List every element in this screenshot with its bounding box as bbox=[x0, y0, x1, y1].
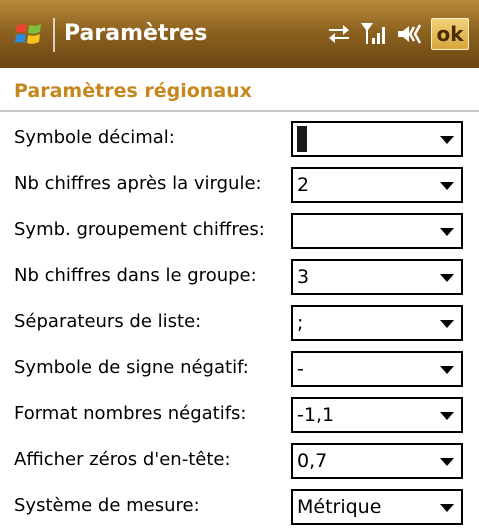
chevron-down-icon[interactable] bbox=[440, 136, 454, 144]
section-divider bbox=[0, 110, 479, 112]
chevron-down-icon[interactable] bbox=[440, 228, 454, 236]
setting-row-list-separator: Séparateurs de liste: ; bbox=[0, 301, 479, 347]
setting-row-digit-grouping-symbol: Symb. groupement chiffres: bbox=[0, 209, 479, 255]
windows-start-icon[interactable] bbox=[14, 20, 44, 48]
decimal-symbol-dropdown[interactable] bbox=[291, 121, 463, 157]
dropdown-value: 3 bbox=[297, 266, 310, 288]
connectivity-icon[interactable] bbox=[326, 20, 352, 50]
measurement-system-dropdown[interactable]: Métrique bbox=[291, 489, 463, 525]
setting-row-negative-number-format: Format nombres négatifs: -1,1 bbox=[0, 393, 479, 439]
chevron-down-icon[interactable] bbox=[440, 274, 454, 282]
volume-icon[interactable] bbox=[396, 20, 426, 52]
chevron-down-icon[interactable] bbox=[440, 320, 454, 328]
negative-number-format-dropdown[interactable]: -1,1 bbox=[291, 397, 463, 433]
setting-row-measurement-system: Système de mesure: Métrique bbox=[0, 485, 479, 531]
ok-button[interactable]: ok bbox=[431, 18, 469, 50]
dropdown-value: - bbox=[297, 358, 304, 380]
setting-label: Symbole décimal: bbox=[14, 127, 175, 148]
setting-label: Séparateurs de liste: bbox=[14, 311, 202, 332]
dropdown-value: Métrique bbox=[297, 496, 382, 518]
setting-label: Nb chiffres dans le groupe: bbox=[14, 265, 257, 286]
dropdown-value: ; bbox=[297, 312, 304, 334]
setting-row-digits-in-group: Nb chiffres dans le groupe: 3 bbox=[0, 255, 479, 301]
setting-label: Symbole de signe négatif: bbox=[14, 357, 249, 378]
chevron-down-icon[interactable] bbox=[440, 412, 454, 420]
chevron-down-icon[interactable] bbox=[440, 458, 454, 466]
setting-row-decimal-symbol: Symbole décimal: bbox=[0, 117, 479, 163]
dropdown-value: 0,7 bbox=[297, 450, 328, 472]
decimal-digits-dropdown[interactable]: 2 bbox=[291, 167, 463, 203]
leading-zeros-dropdown[interactable]: 0,7 bbox=[291, 443, 463, 479]
setting-row-negative-sign: Symbole de signe négatif: - bbox=[0, 347, 479, 393]
setting-label: Système de mesure: bbox=[14, 495, 200, 516]
digit-grouping-symbol-dropdown[interactable] bbox=[291, 213, 463, 249]
list-separator-dropdown[interactable]: ; bbox=[291, 305, 463, 341]
settings-screen: Paramètres ok Paramètres régionaux Symbo… bbox=[0, 0, 479, 532]
setting-row-decimal-digits: Nb chiffres après la virgule: 2 bbox=[0, 163, 479, 209]
dropdown-value: -1,1 bbox=[297, 404, 335, 426]
negative-sign-dropdown[interactable]: - bbox=[291, 351, 463, 387]
setting-row-leading-zeros: Afficher zéros d'en-tête: 0,7 bbox=[0, 439, 479, 485]
setting-label: Nb chiffres après la virgule: bbox=[14, 173, 262, 194]
signal-icon[interactable] bbox=[360, 20, 388, 52]
dropdown-value: 2 bbox=[297, 174, 310, 196]
setting-label: Symb. groupement chiffres: bbox=[14, 219, 265, 240]
dropdown-value bbox=[297, 126, 307, 152]
chevron-down-icon[interactable] bbox=[440, 182, 454, 190]
chevron-down-icon[interactable] bbox=[440, 504, 454, 512]
digits-in-group-dropdown[interactable]: 3 bbox=[291, 259, 463, 295]
title-separator bbox=[53, 18, 55, 52]
title-bar: Paramètres ok bbox=[0, 0, 479, 68]
setting-label: Format nombres négatifs: bbox=[14, 403, 247, 424]
window-title: Paramètres bbox=[64, 21, 208, 46]
section-title: Paramètres régionaux bbox=[14, 80, 252, 102]
chevron-down-icon[interactable] bbox=[440, 366, 454, 374]
setting-label: Afficher zéros d'en-tête: bbox=[14, 449, 231, 470]
